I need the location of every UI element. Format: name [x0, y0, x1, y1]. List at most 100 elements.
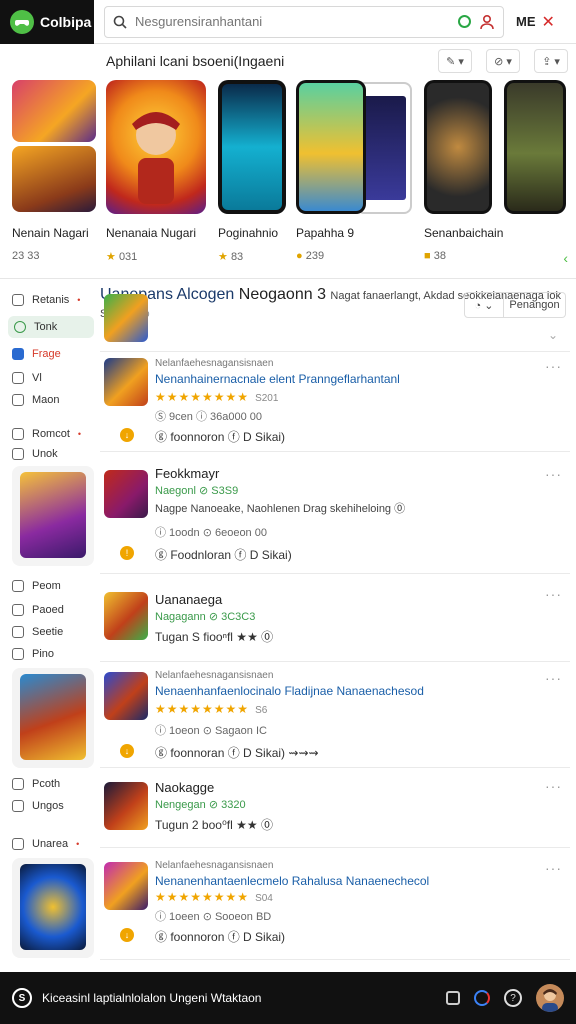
sidebar-item[interactable]: Retanis •	[12, 294, 80, 306]
rating-stars: ★★★★★★★★ S04	[155, 890, 273, 904]
game-title: Feokkmayr	[155, 466, 220, 481]
sidebar-item[interactable]: Pcoth	[12, 778, 60, 790]
list-item[interactable]: Nelanfaehesnagansisnaen Nenaenhanfaenloc…	[100, 666, 570, 768]
help-icon[interactable]: ?	[504, 989, 522, 1007]
item-category: Nelanfaehesnagansisnaen	[155, 358, 274, 369]
game-thumbnail	[104, 294, 148, 342]
sidebar-item[interactable]: Unarea •	[12, 838, 79, 850]
download-icon[interactable]: !	[120, 546, 134, 560]
item-meta: Ⓢ 9cen ⓘ 36a000 00	[155, 411, 263, 423]
item-category: Nelanfaehesnagansisnaen	[155, 860, 274, 871]
account-label[interactable]: ME	[516, 14, 536, 29]
game-thumbnail	[104, 470, 148, 518]
user-icon[interactable]	[479, 14, 495, 30]
list-item[interactable]: Uananaega Nagagann ⊘ 3C3C3 Tugan S fiooⁿ…	[100, 582, 570, 662]
edit-dropdown-button[interactable]: ✎ ▾	[438, 49, 472, 73]
featured-title: Aphilani lcani bsoeni(Ingaeni	[106, 53, 285, 69]
sidebar-promo[interactable]	[12, 466, 94, 566]
more-options-icon[interactable]: ···	[545, 778, 562, 794]
circle-icon	[14, 321, 26, 333]
home-icon	[12, 448, 24, 460]
phone-frame	[296, 80, 366, 214]
filter-dropdown-button[interactable]: ⊘ ▾	[486, 49, 520, 73]
featured-carousel: Nenain Nagari 23 33 Nenanaia Nugari ★ 03…	[0, 80, 576, 270]
featured-card[interactable]: Poginahnio ★ 83	[218, 80, 286, 263]
item-title-link[interactable]: Nenanhainernacnale elent Pranngeflarhant…	[155, 372, 400, 386]
window-icon[interactable]	[446, 991, 460, 1005]
search-bar[interactable]	[104, 5, 504, 38]
chevron-left-icon[interactable]: ‹	[563, 250, 568, 266]
sidebar-item[interactable]: Peom	[12, 580, 61, 592]
sidebar-item[interactable]: Romcot •	[12, 428, 81, 440]
browser-icon[interactable]	[474, 990, 490, 1006]
card-title: Poginahnio	[218, 226, 279, 240]
item-meta: ⓘ 1oodn ⊙ 6eoeon 00	[155, 527, 267, 539]
ring-icon	[12, 648, 24, 660]
app-logo[interactable]: Colbipa	[0, 0, 94, 44]
item-footer: ⓖ foonnoran ⓕ D Sikai) ⇝⇝⇝	[155, 746, 319, 760]
game-thumbnail	[104, 358, 148, 406]
list-item[interactable]: Feokkmayr Naegonl ⊘ S3S9 Nagpe Nanoeake,…	[100, 462, 570, 574]
primary-action-button[interactable]: Penangon	[504, 292, 566, 318]
item-title-link[interactable]: Nenaenhanfaenlocinalo Fladijnae Nanaenac…	[155, 684, 424, 698]
sidebar-item[interactable]: Unok	[12, 448, 58, 460]
avatar[interactable]	[536, 984, 564, 1012]
status-ring-icon	[458, 15, 471, 28]
sidebar-item-active[interactable]: Tonk	[8, 316, 94, 338]
sidebar-item[interactable]: Maon	[12, 394, 60, 406]
more-options-icon[interactable]: ···	[545, 670, 562, 686]
more-options-icon[interactable]: ···	[545, 466, 562, 482]
app-badge-icon[interactable]: S	[12, 988, 32, 1008]
search-input[interactable]	[135, 14, 450, 29]
featured-card[interactable]: Nenain Nagari 23 33	[12, 80, 96, 262]
item-title-link[interactable]: Nenanenhantaenlecmelo Rahalusa Nanaenech…	[155, 874, 429, 888]
download-icon[interactable]: ↓	[120, 428, 134, 442]
app-logo-text: Colbipa	[40, 13, 92, 30]
featured-card[interactable]: Nenanaia Nugari ★ 031	[106, 80, 206, 263]
sidebar-item[interactable]: Ungos	[12, 800, 64, 812]
card-meta: ● 239	[296, 250, 325, 262]
sidebar-promo[interactable]	[12, 858, 94, 958]
sidebar-item[interactable]: Frage	[12, 348, 61, 360]
more-options-icon[interactable]: ···	[545, 860, 562, 876]
share-dropdown-button[interactable]: ⇪ ▾	[534, 49, 568, 73]
home-icon	[12, 626, 24, 638]
sidebar-item[interactable]: Seetie	[12, 626, 63, 638]
timer-dropdown-button[interactable]: ◔ ⌄	[464, 292, 504, 318]
game-art-image	[20, 674, 86, 760]
item-category: Nelanfaehesnagansisnaen	[155, 670, 274, 681]
chevron-down-icon[interactable]: ⌄	[548, 328, 558, 342]
phone-frame	[504, 80, 566, 214]
more-options-icon[interactable]: ···	[545, 358, 562, 374]
card-title: Papahha 9	[296, 226, 355, 240]
game-thumbnail	[104, 592, 148, 640]
sidebar-promo[interactable]	[12, 668, 94, 768]
top-bar: Colbipa ME ✕	[0, 0, 576, 44]
list-header-item[interactable]: Uanepans Alcogen Neogaonn 3 Nagat fanaer…	[100, 286, 570, 352]
list-item[interactable]: Nelanfaehesnagansisnaen Nenanenhantaenle…	[100, 856, 570, 960]
phone-frame	[424, 80, 492, 214]
download-icon[interactable]: ↓	[120, 744, 134, 758]
list-item[interactable]: Naokagge Nengegan ⊘ 3320 Tugun 2 boo⁰fl …	[100, 774, 570, 848]
game-subtitle: Nagagann ⊘ 3C3C3	[155, 611, 256, 623]
more-options-icon[interactable]: ···	[545, 586, 562, 602]
list-item[interactable]: Nelanfaehesnagansisnaen Nenanhainernacna…	[100, 352, 570, 452]
gamepad-icon	[10, 9, 34, 34]
game-art-image	[20, 864, 86, 950]
sidebar-item[interactable]: Pino	[12, 648, 54, 660]
clock-icon	[12, 372, 24, 384]
item-meta: ⓘ 1oeon ⊙ Sagaon IC	[155, 725, 267, 737]
item-footer: ⓖ foonnoron ⓕ D Sikai)	[155, 930, 286, 944]
close-icon[interactable]: ✕	[542, 12, 555, 32]
game-thumbnail	[104, 862, 148, 910]
game-art-image	[362, 96, 406, 200]
download-icon[interactable]: ↓	[120, 928, 134, 942]
minus-box-icon	[12, 838, 24, 850]
action-button-group: ◔ ⌄ Penangon	[464, 292, 566, 318]
game-art-image	[222, 84, 282, 210]
sidebar-item[interactable]: Vl	[12, 372, 42, 384]
bottom-bar: S Kiceasinl laptialnlolalon Ungeni Wtakt…	[0, 972, 576, 1024]
sidebar-item[interactable]: Paoed	[12, 604, 64, 616]
tag-icon	[12, 394, 24, 406]
link-icon	[12, 580, 24, 592]
